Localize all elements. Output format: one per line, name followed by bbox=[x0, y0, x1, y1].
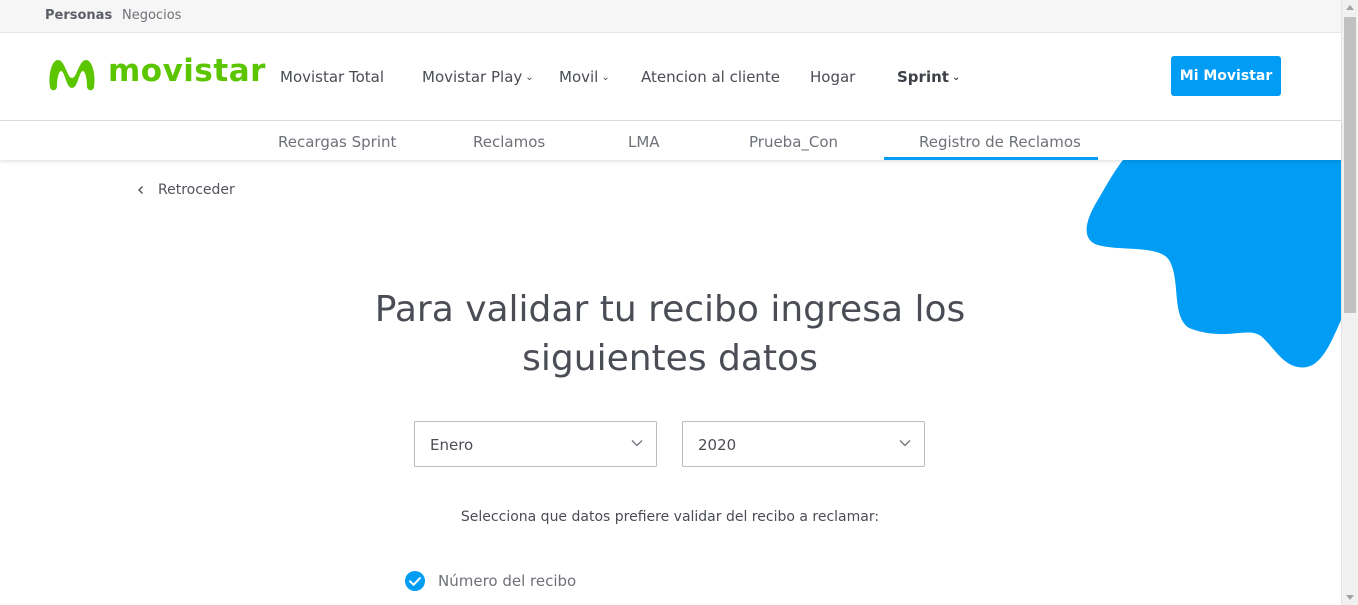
nav-label: Movil bbox=[559, 68, 599, 86]
nav-label: Atencion al cliente bbox=[641, 68, 781, 86]
subnav-item-prueba-con[interactable]: Prueba_Con bbox=[749, 133, 838, 151]
nav-movil[interactable]: Movil ⌄ bbox=[559, 68, 610, 86]
nav-label: Sprint bbox=[897, 68, 949, 86]
year-select[interactable]: 2020 bbox=[682, 421, 925, 467]
movistar-logo[interactable]: movistar bbox=[45, 53, 266, 93]
subnav-item-recargas-sprint[interactable]: Recargas Sprint bbox=[278, 133, 396, 151]
nav-movistar-total[interactable]: Movistar Total bbox=[280, 68, 384, 86]
chevron-down-icon: ⌄ bbox=[951, 72, 961, 83]
check-circle-icon[interactable] bbox=[404, 570, 426, 592]
decorative-blob bbox=[1086, 160, 1341, 368]
chevron-down-icon: ⌄ bbox=[601, 72, 610, 83]
chevron-left-icon bbox=[138, 186, 143, 194]
chevron-down-icon: ⌄ bbox=[525, 72, 534, 83]
nav-atencion-al-cliente[interactable]: Atencion al cliente bbox=[641, 68, 780, 86]
main-header: movistar Movistar Total Movistar Play ⌄ M… bbox=[0, 33, 1341, 121]
personas-link[interactable]: Personas bbox=[45, 8, 112, 23]
chevron-down-icon bbox=[631, 440, 643, 447]
nav-sprint[interactable]: Sprint ⌄ bbox=[897, 68, 960, 86]
nav-label: Movistar Total bbox=[280, 68, 385, 86]
subnav-item-registro-de-reclamos[interactable]: Registro de Reclamos bbox=[919, 133, 1081, 151]
negocios-link[interactable]: Negocios bbox=[122, 8, 181, 23]
year-select-value: 2020 bbox=[698, 436, 737, 454]
page-title: Para validar tu recibo ingresa los sigui… bbox=[374, 289, 966, 379]
scroll-up-arrow-icon[interactable] bbox=[1346, 5, 1354, 10]
active-tab-indicator bbox=[884, 157, 1098, 160]
chevron-down-icon bbox=[899, 440, 911, 447]
nav-label: Movistar Play bbox=[422, 68, 523, 86]
back-label: Retroceder bbox=[158, 182, 235, 198]
vertical-scrollbar[interactable] bbox=[1341, 0, 1358, 605]
mi-movistar-button[interactable]: Mi Movistar bbox=[1171, 56, 1281, 96]
logo-wordmark: movistar bbox=[108, 53, 266, 89]
option-label: Número del recibo bbox=[438, 572, 577, 590]
scroll-down-arrow-icon[interactable] bbox=[1346, 595, 1354, 600]
scrollbar-thumb[interactable] bbox=[1344, 17, 1356, 313]
nav-label: Hogar bbox=[810, 68, 856, 86]
subnav-item-reclamos[interactable]: Reclamos bbox=[473, 133, 545, 151]
month-select[interactable]: Enero bbox=[414, 421, 657, 467]
option-numero-del-recibo[interactable]: Número del recibo bbox=[404, 570, 576, 592]
subnav-item-lma[interactable]: LMA bbox=[628, 133, 660, 151]
back-link[interactable]: Retroceder bbox=[136, 182, 235, 198]
sub-navigation: Recargas Sprint Reclamos LMA Prueba_Con … bbox=[0, 121, 1341, 160]
nav-hogar[interactable]: Hogar bbox=[810, 68, 855, 86]
nav-movistar-play[interactable]: Movistar Play ⌄ bbox=[422, 68, 534, 86]
instruction-text: Selecciona que datos prefiere validar de… bbox=[460, 509, 880, 525]
top-utility-bar: Personas Negocios bbox=[0, 0, 1341, 33]
month-select-value: Enero bbox=[430, 436, 474, 454]
movistar-m-logo-icon bbox=[49, 60, 95, 91]
